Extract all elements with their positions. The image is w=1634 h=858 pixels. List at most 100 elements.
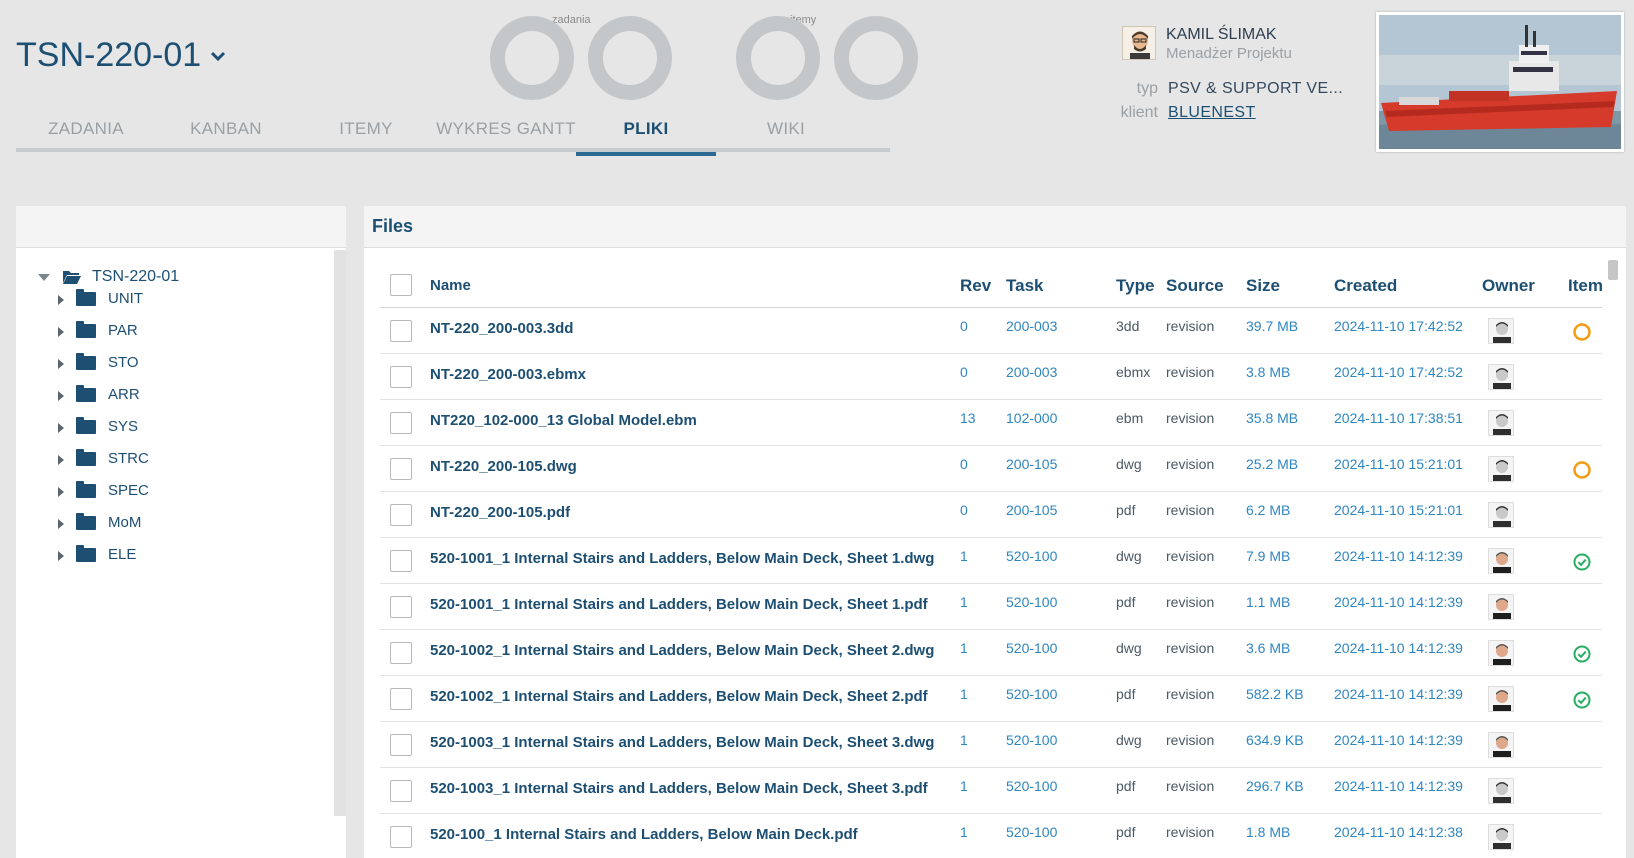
file-name-link[interactable]: 520-1002_1 Internal Stairs and Ladders, …: [430, 676, 928, 721]
tree-item-ele[interactable]: ELE: [58, 544, 136, 563]
table-row[interactable]: 520-100_1 Internal Stairs and Ladders, B…: [380, 814, 1602, 858]
caret-right-icon[interactable]: [58, 358, 64, 369]
file-task-link[interactable]: 520-100: [1006, 722, 1057, 767]
owner-avatar[interactable]: [1488, 410, 1514, 436]
open-circle-icon[interactable]: [1572, 322, 1592, 342]
check-circle-icon[interactable]: [1572, 690, 1592, 710]
folder-panel-scrollbar[interactable]: [334, 250, 346, 816]
client-link[interactable]: BLUENEST: [1168, 104, 1256, 122]
file-name-link[interactable]: 520-1002_1 Internal Stairs and Ladders, …: [430, 630, 934, 675]
table-row[interactable]: NT-220_200-105.pdf 0 200-105 pdf revision 6.2…: [380, 492, 1602, 538]
file-name-link[interactable]: NT-220_200-003.3dd: [430, 308, 573, 353]
col-rev[interactable]: Rev: [960, 264, 991, 307]
tab-zadania[interactable]: ZADANIA: [16, 110, 156, 152]
tree-item-spec[interactable]: SPEC: [58, 480, 149, 499]
caret-right-icon[interactable]: [58, 326, 64, 337]
check-circle-icon[interactable]: [1572, 644, 1592, 664]
file-name-link[interactable]: NT220_102-000_13 Global Model.ebm: [430, 400, 697, 445]
owner-avatar[interactable]: [1488, 686, 1514, 712]
owner-avatar[interactable]: [1488, 548, 1514, 574]
table-row[interactable]: NT220_102-000_13 Global Model.ebm 13 102-0…: [380, 400, 1602, 446]
file-name-link[interactable]: 520-100_1 Internal Stairs and Ladders, B…: [430, 814, 858, 858]
file-task-link[interactable]: 520-100: [1006, 814, 1057, 858]
caret-right-icon[interactable]: [58, 454, 64, 465]
table-row[interactable]: NT-220_200-003.ebmx 0 200-003 ebmx revision 3…: [380, 354, 1602, 400]
row-checkbox[interactable]: [390, 366, 412, 388]
file-task-link[interactable]: 520-100: [1006, 768, 1057, 813]
file-task-link[interactable]: 102-000: [1006, 400, 1057, 445]
caret-right-icon[interactable]: [58, 294, 64, 305]
row-checkbox[interactable]: [390, 642, 412, 664]
file-task-link[interactable]: 200-105: [1006, 446, 1057, 491]
row-checkbox[interactable]: [390, 734, 412, 756]
row-checkbox[interactable]: [390, 504, 412, 526]
row-checkbox[interactable]: [390, 550, 412, 572]
owner-avatar[interactable]: [1488, 778, 1514, 804]
tree-item-unit[interactable]: UNIT: [58, 288, 143, 307]
caret-right-icon[interactable]: [58, 422, 64, 433]
open-circle-icon[interactable]: [1572, 460, 1592, 480]
file-name-link[interactable]: NT-220_200-105.pdf: [430, 492, 570, 537]
table-row[interactable]: 520-1002_1 Internal Stairs and Ladders, …: [380, 676, 1602, 722]
owner-avatar[interactable]: [1488, 502, 1514, 528]
file-task-link[interactable]: 200-003: [1006, 354, 1057, 399]
table-row[interactable]: 520-1001_1 Internal Stairs and Ladders, …: [380, 538, 1602, 584]
row-checkbox[interactable]: [390, 780, 412, 802]
tab-wiki[interactable]: WIKI: [716, 110, 856, 152]
owner-avatar[interactable]: [1488, 824, 1514, 850]
file-name-link[interactable]: 520-1003_1 Internal Stairs and Ladders, …: [430, 768, 928, 813]
select-all-checkbox[interactable]: [390, 274, 412, 296]
row-checkbox[interactable]: [390, 826, 412, 848]
file-task-link[interactable]: 200-105: [1006, 492, 1057, 537]
caret-right-icon[interactable]: [58, 486, 64, 497]
project-selector[interactable]: TSN-220-01: [16, 36, 227, 75]
tab-kanban[interactable]: KANBAN: [156, 110, 296, 152]
file-task-link[interactable]: 200-003: [1006, 308, 1057, 353]
row-checkbox[interactable]: [390, 596, 412, 618]
tree-root[interactable]: TSN-220-01: [38, 268, 179, 286]
col-size[interactable]: Size: [1246, 264, 1280, 307]
table-row[interactable]: 520-1003_1 Internal Stairs and Ladders, …: [380, 768, 1602, 814]
table-row[interactable]: NT-220_200-003.3dd 0 200-003 3dd revision 39.…: [380, 308, 1602, 354]
owner-avatar[interactable]: [1488, 364, 1514, 390]
row-checkbox[interactable]: [390, 412, 412, 434]
owner-avatar[interactable]: [1488, 640, 1514, 666]
caret-right-icon[interactable]: [58, 550, 64, 561]
col-task[interactable]: Task: [1006, 264, 1044, 307]
owner-avatar[interactable]: [1488, 318, 1514, 344]
files-scrollbar[interactable]: [1608, 260, 1618, 280]
check-circle-icon[interactable]: [1572, 552, 1592, 572]
file-task-link[interactable]: 520-100: [1006, 584, 1057, 629]
col-name[interactable]: Name: [430, 264, 471, 307]
tree-item-mom[interactable]: MoM: [58, 512, 141, 531]
caret-down-icon[interactable]: [38, 273, 50, 281]
file-name-link[interactable]: NT-220_200-105.dwg: [430, 446, 577, 491]
tree-item-sys[interactable]: SYS: [58, 416, 138, 435]
tab-itemy[interactable]: ITEMY: [296, 110, 436, 152]
col-type[interactable]: Type: [1116, 264, 1154, 307]
owner-avatar[interactable]: [1488, 732, 1514, 758]
caret-right-icon[interactable]: [58, 518, 64, 529]
tree-item-arr[interactable]: ARR: [58, 384, 140, 403]
row-checkbox[interactable]: [390, 688, 412, 710]
col-source[interactable]: Source: [1166, 264, 1224, 307]
row-checkbox[interactable]: [390, 320, 412, 342]
col-created[interactable]: Created: [1334, 264, 1397, 307]
tree-item-par[interactable]: PAR: [58, 320, 138, 339]
file-name-link[interactable]: 520-1003_1 Internal Stairs and Ladders, …: [430, 722, 934, 767]
owner-avatar[interactable]: [1488, 594, 1514, 620]
file-task-link[interactable]: 520-100: [1006, 676, 1057, 721]
file-name-link[interactable]: 520-1001_1 Internal Stairs and Ladders, …: [430, 538, 934, 583]
table-row[interactable]: 520-1001_1 Internal Stairs and Ladders, …: [380, 584, 1602, 630]
table-row[interactable]: 520-1002_1 Internal Stairs and Ladders, …: [380, 630, 1602, 676]
col-item[interactable]: Item: [1568, 264, 1603, 307]
table-row[interactable]: NT-220_200-105.dwg 0 200-105 dwg revision 25.…: [380, 446, 1602, 492]
file-name-link[interactable]: 520-1001_1 Internal Stairs and Ladders, …: [430, 584, 928, 629]
file-task-link[interactable]: 520-100: [1006, 538, 1057, 583]
table-row[interactable]: 520-1003_1 Internal Stairs and Ladders, …: [380, 722, 1602, 768]
file-name-link[interactable]: NT-220_200-003.ebmx: [430, 354, 586, 399]
caret-right-icon[interactable]: [58, 390, 64, 401]
tree-item-sto[interactable]: STO: [58, 352, 139, 371]
tab-wykres-gantt[interactable]: WYKRES GANTT: [436, 110, 576, 152]
row-checkbox[interactable]: [390, 458, 412, 480]
